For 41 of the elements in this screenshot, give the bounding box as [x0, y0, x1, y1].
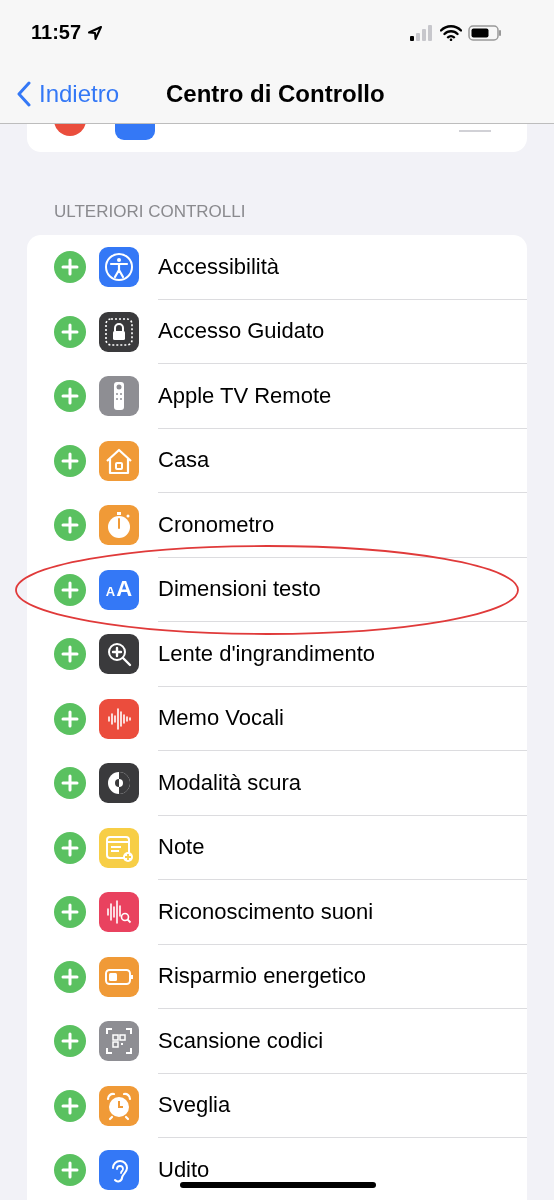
add-button[interactable] [54, 767, 86, 800]
signal-icon [410, 24, 434, 41]
add-button[interactable] [54, 1089, 86, 1122]
add-button[interactable] [54, 960, 86, 993]
chevron-left-icon [17, 81, 31, 107]
add-button[interactable] [54, 702, 86, 735]
control-label: Cronometro [158, 511, 275, 538]
location-arrow-icon [87, 24, 104, 41]
control-label: Accesso Guidato [158, 318, 325, 345]
control-label: Accessibilità [158, 253, 280, 280]
add-button[interactable] [54, 896, 86, 929]
add-button[interactable] [54, 509, 86, 542]
control-label: Casa [158, 447, 210, 474]
control-label: Modalità scura [158, 769, 302, 796]
nav-title: Centro di Controllo [166, 80, 385, 108]
add-button[interactable] [54, 638, 86, 671]
section-header: ULTERIORI CONTROLLI [53, 201, 247, 223]
control-label: Note [158, 834, 205, 861]
battery-icon [468, 24, 502, 41]
add-button[interactable] [54, 1025, 86, 1058]
control-label: Sveglia [158, 1092, 231, 1119]
control-label: Riconoscimento suoni [158, 898, 374, 925]
control-label: Dimensioni testo [158, 576, 321, 603]
add-button[interactable] [54, 831, 86, 864]
control-label: Scansione codici [158, 1027, 324, 1054]
control-label: Risparmio energetico [158, 963, 366, 990]
reorder-handle-icon[interactable] [459, 129, 491, 133]
add-button[interactable] [54, 1154, 86, 1187]
control-label: Memo Vocali [158, 705, 284, 732]
text-size-icon: AA [99, 569, 139, 610]
control-label: Apple TV Remote [158, 382, 332, 409]
wifi-icon [440, 24, 462, 41]
back-button[interactable]: Indietro [0, 80, 120, 108]
add-button[interactable] [54, 380, 86, 413]
control-label: Lente d'ingrandimento [158, 640, 376, 667]
control-label: Udito [158, 1157, 210, 1184]
add-button[interactable] [54, 315, 86, 348]
add-button[interactable] [54, 444, 86, 477]
time: 11:57 [31, 21, 82, 44]
add-button[interactable] [54, 251, 86, 284]
add-button[interactable] [54, 573, 86, 606]
